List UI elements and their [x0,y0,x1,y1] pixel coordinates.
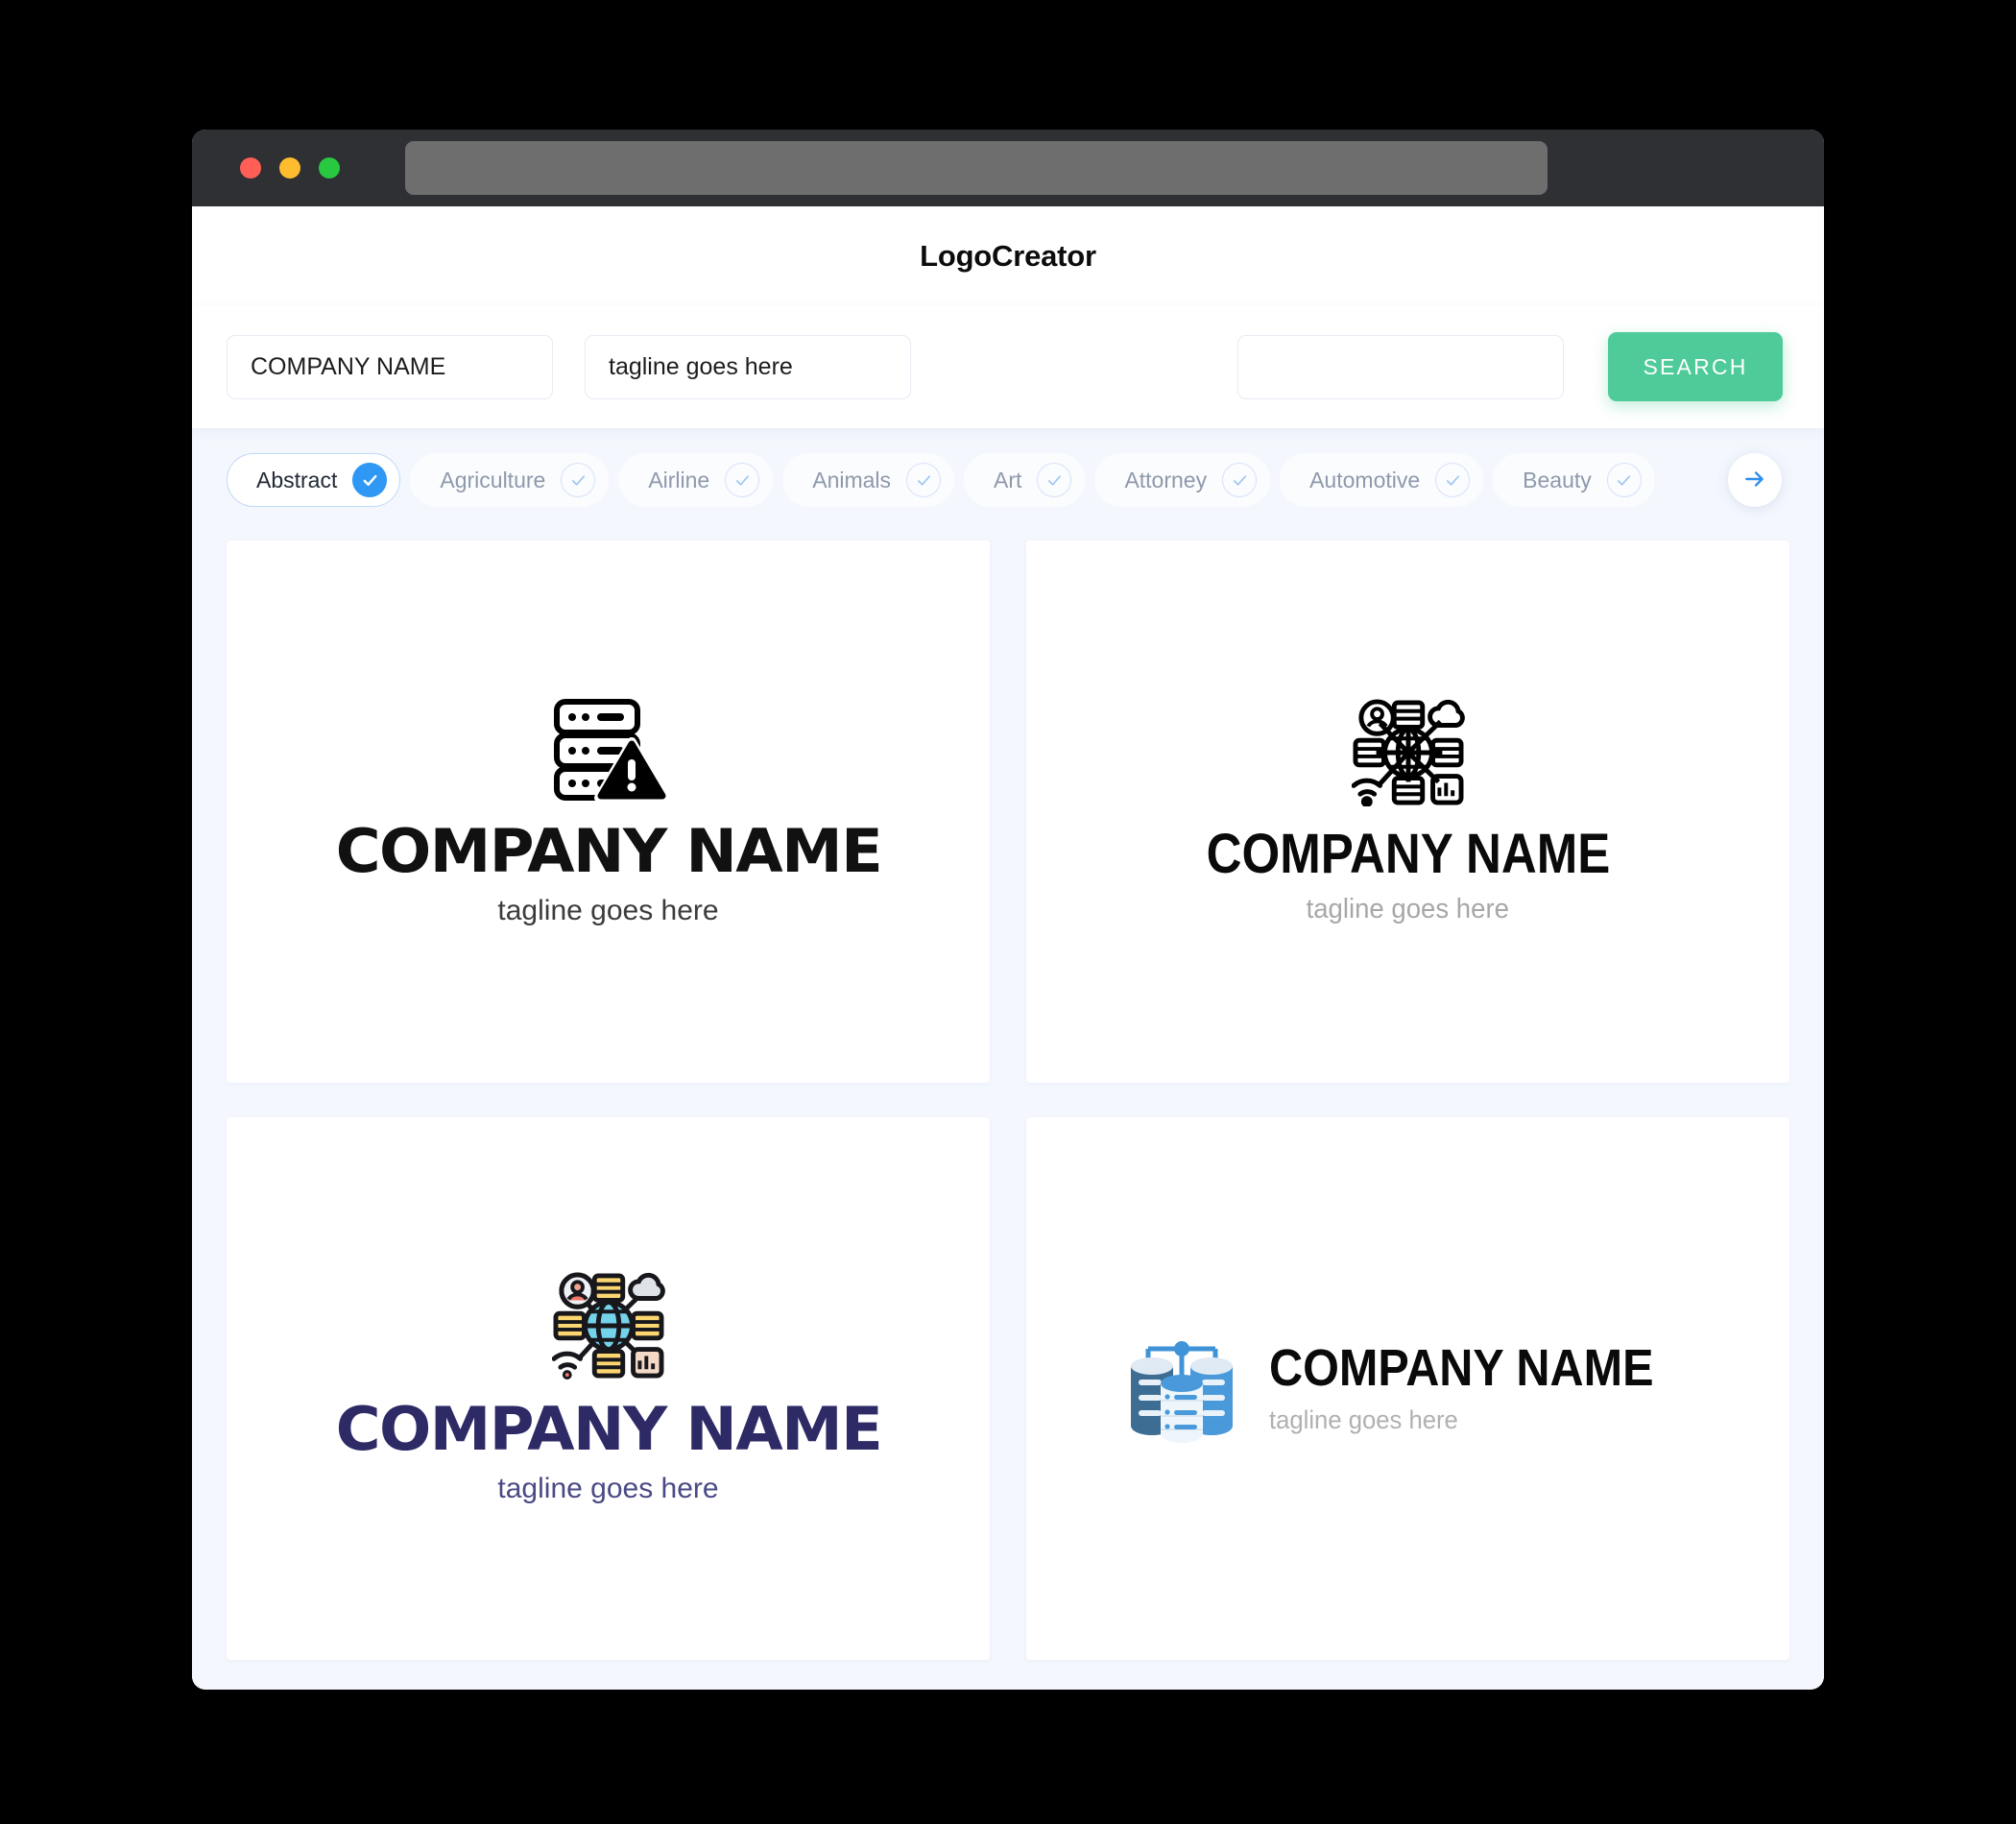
logo-brand-name: COMPANY NAME [1206,822,1610,885]
browser-titlebar [192,130,1824,206]
category-filter-bar: Abstract Agriculture Airline Animals Art [192,428,1824,532]
traffic-lights [240,157,340,179]
categories-next-button[interactable] [1728,453,1782,507]
category-chip-animals[interactable]: Animals [782,453,955,507]
arrow-right-icon [1742,467,1767,494]
check-icon [1037,463,1072,497]
zoom-window-button[interactable] [319,157,340,179]
category-chip-label: Attorney [1124,467,1208,492]
network-globe-icon [1351,698,1465,811]
category-chip-label: Beauty [1523,467,1592,492]
category-chip-label: Airline [648,467,710,492]
logo-brand-name: COMPANY NAME [335,1394,882,1464]
app-header: LogoCreator [192,206,1824,305]
check-icon [1606,463,1642,497]
category-chip-abstract[interactable]: Abstract [227,453,401,507]
category-chip-label: Agriculture [440,467,546,492]
category-chip-label: Animals [812,467,892,492]
server-warning-icon [551,696,669,806]
tagline-input[interactable] [585,334,911,399]
logo-tagline: tagline goes here [497,895,719,926]
network-globe-color-icon [551,1272,665,1384]
category-chip-label: Automotive [1309,467,1421,492]
logo-brand-name: COMPANY NAME [335,816,882,886]
category-chip-art[interactable]: Art [964,453,1086,507]
logo-brand-name: COMPANY NAME [1268,1339,1654,1397]
close-window-button[interactable] [240,157,261,179]
logo-card[interactable]: COMPANY NAME tagline goes here [227,540,990,1083]
logo-card[interactable]: COMPANY NAME tagline goes here [227,1117,990,1660]
category-chip-automotive[interactable]: Automotive [1280,453,1484,507]
category-chip-airline[interactable]: Airline [618,453,774,507]
check-icon [906,463,942,497]
search-toolbar: SEARCH [192,305,1824,428]
check-icon [1435,463,1471,497]
category-chip-label: Abstract [256,467,338,492]
search-button[interactable]: SEARCH [1608,332,1783,401]
logo-tagline: tagline goes here [1306,893,1510,924]
check-icon [352,463,388,497]
logo-tagline: tagline goes here [497,1473,719,1504]
browser-window: LogoCreator SEARCH Abstract Agriculture … [192,130,1824,1690]
category-chip-agriculture[interactable]: Agriculture [410,453,610,507]
keyword-input[interactable] [1237,334,1564,399]
database-stack-icon [1119,1330,1244,1448]
minimize-window-button[interactable] [279,157,300,179]
logo-tagline: tagline goes here [1268,1405,1458,1434]
category-chip-label: Art [994,467,1022,492]
check-icon [725,463,760,497]
category-chip-attorney[interactable]: Attorney [1094,453,1271,507]
app-title: LogoCreator [920,238,1096,273]
company-name-input[interactable] [227,334,553,399]
logo-card[interactable]: COMPANY NAME tagline goes here [1026,540,1789,1083]
check-icon [1222,463,1258,497]
logo-card[interactable]: COMPANY NAME tagline goes here [1026,1117,1789,1660]
check-icon [561,463,596,497]
category-chip-beauty[interactable]: Beauty [1493,453,1655,507]
address-bar[interactable] [405,141,1548,195]
logo-results-grid: COMPANY NAME tagline goes here COMPANY N… [192,532,1824,1690]
